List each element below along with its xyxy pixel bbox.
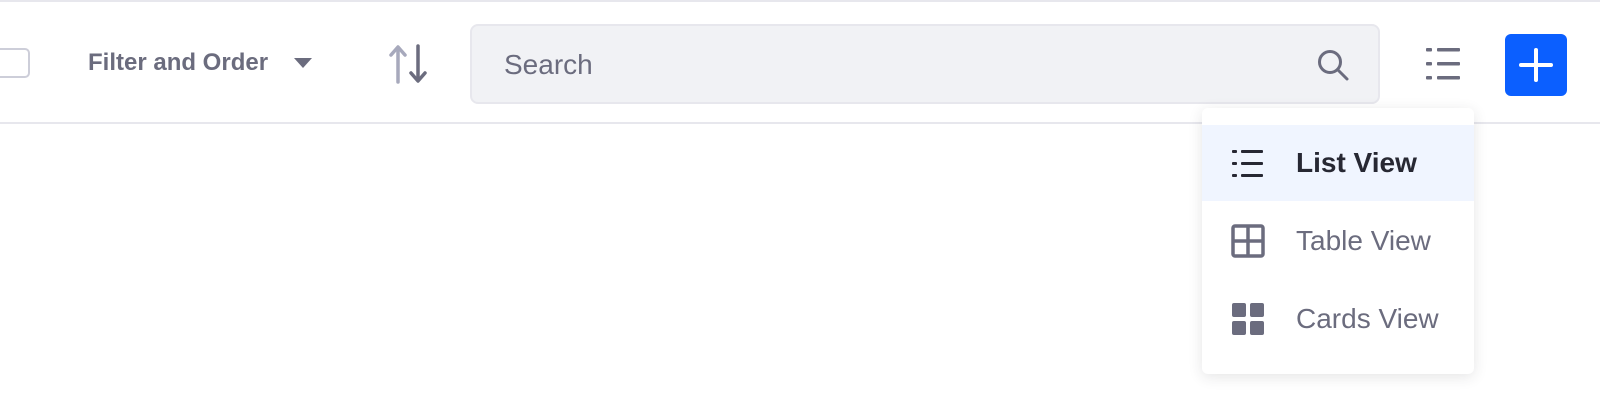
search-icon[interactable] bbox=[1316, 48, 1350, 82]
view-option-cards[interactable]: Cards View bbox=[1202, 281, 1474, 357]
search-bar bbox=[470, 24, 1380, 104]
view-option-list[interactable]: List View bbox=[1202, 125, 1474, 201]
caret-down-icon bbox=[294, 58, 313, 68]
sort-order-icon[interactable] bbox=[388, 42, 430, 86]
select-all-checkbox[interactable] bbox=[0, 48, 30, 78]
view-option-label: List View bbox=[1296, 147, 1417, 178]
list-icon bbox=[1232, 150, 1263, 177]
view-type-dropdown: List View Table View Cards View bbox=[1202, 108, 1474, 374]
cards-icon bbox=[1232, 303, 1264, 335]
management-toolbar: Filter and Order bbox=[0, 2, 1600, 124]
plus-icon bbox=[1519, 48, 1553, 82]
view-option-table[interactable]: Table View bbox=[1202, 203, 1474, 279]
table-icon bbox=[1231, 224, 1265, 258]
list-view-toggle-icon[interactable] bbox=[1422, 42, 1464, 86]
search-input[interactable] bbox=[502, 26, 1306, 104]
filter-and-order-button[interactable]: Filter and Order bbox=[88, 40, 313, 86]
add-button[interactable] bbox=[1505, 34, 1567, 96]
filter-and-order-label: Filter and Order bbox=[88, 49, 269, 76]
view-option-label: Cards View bbox=[1296, 303, 1439, 334]
view-option-label: Table View bbox=[1296, 225, 1431, 256]
